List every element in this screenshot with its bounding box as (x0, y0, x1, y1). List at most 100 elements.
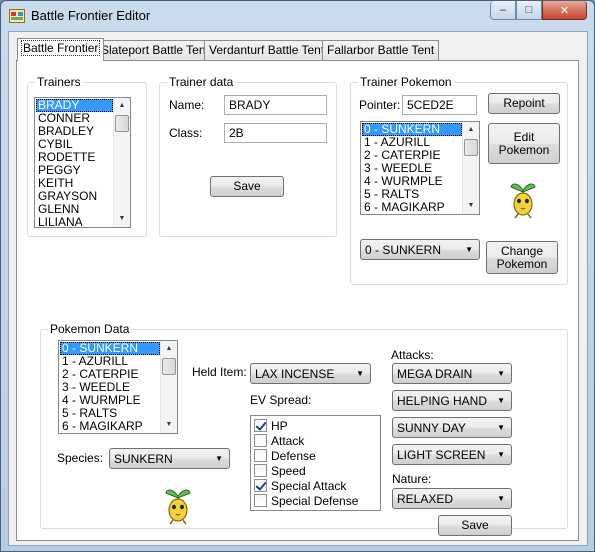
close-button[interactable]: ✕ (542, 1, 587, 20)
window-title: Battle Frontier Editor (31, 8, 151, 23)
trainer-class-label: Class: (169, 126, 203, 140)
chevron-down-icon: ▼ (497, 396, 505, 405)
trainers-listbox[interactable]: BRADY CONNER BRADLEY CYBIL RODETTE PEGGY KEITH… (34, 97, 131, 228)
scroll-down-arrow-icon[interactable]: ▼ (463, 198, 479, 214)
ev-option-label: Special Defense (271, 493, 359, 508)
trainers-scrollbar[interactable]: ▲ ▼ (113, 98, 130, 227)
attack-2-select[interactable]: HELPING HAND ▼ (392, 390, 512, 411)
edit-pokemon-button[interactable]: Edit Pokemon (488, 123, 560, 164)
trainer-name-field[interactable]: BRADY (224, 95, 327, 115)
trainer-pokemon-scrollbar[interactable]: ▲ ▼ (462, 122, 479, 214)
pokemon-data-group-title: Pokemon Data (48, 322, 132, 336)
ev-option-label: HP (271, 418, 288, 433)
tab-page-battle-frontier: Trainers BRADY CONNER BRADLEY CYBIL RODETTE P… (16, 60, 579, 541)
ev-option-hp[interactable]: HP (254, 418, 288, 433)
tab-fallarbor-battle-tent[interactable]: Fallarbor Battle Tent (322, 40, 440, 60)
list-item[interactable]: LILIANA (36, 216, 113, 228)
species-select[interactable]: SUNKERN ▼ (109, 448, 230, 469)
minimize-button[interactable]: – (490, 1, 516, 20)
checkbox[interactable] (254, 449, 267, 462)
pointer-field[interactable]: 5CED2E (402, 95, 477, 115)
scroll-thumb[interactable] (115, 115, 129, 132)
pokemon-data-listbox[interactable]: 0 - SUNKERN 1 - AZURILL 2 - CATERPIE 3 - WE… (58, 340, 178, 434)
chevron-down-icon: ▼ (497, 369, 505, 378)
sunkern-sprite-icon (165, 489, 191, 525)
trainer-class-field[interactable]: 2B (224, 123, 327, 143)
scroll-down-arrow-icon[interactable]: ▼ (161, 417, 177, 433)
ev-option-label: Defense (271, 448, 316, 463)
chevron-down-icon: ▼ (497, 494, 505, 503)
chevron-down-icon: ▼ (465, 245, 473, 254)
nature-select[interactable]: RELAXED ▼ (392, 488, 512, 509)
ev-spread-checklist: HP Attack Defense Speed Special Attack Specia… (250, 415, 381, 511)
pokemon-save-button[interactable]: Save (438, 515, 512, 536)
nature-label: Nature: (392, 472, 432, 486)
pokemon-data-group: Pokemon Data 0 - SUNKERN 1 - AZURILL 2 - C… (40, 322, 568, 536)
trainers-group: Trainers BRADY CONNER BRADLEY CYBIL RODETTE P… (27, 75, 147, 237)
tab-battle-frontier[interactable]: Battle Frontier (17, 38, 105, 61)
scroll-up-arrow-icon[interactable]: ▲ (161, 341, 177, 357)
scroll-up-arrow-icon[interactable]: ▲ (114, 98, 130, 114)
chevron-down-icon: ▼ (356, 369, 364, 378)
held-item-label: Held Item: (192, 365, 247, 379)
checkbox[interactable] (254, 479, 267, 492)
trainer-save-button[interactable]: Save (210, 176, 284, 197)
checkbox[interactable] (254, 464, 267, 477)
attack-2-value: HELPING HAND (397, 394, 488, 408)
ev-option-label: Attack (271, 433, 305, 448)
app-window: Battle Frontier Editor – □ ✕ Battle Fron… (0, 0, 595, 552)
chevron-down-icon: ▼ (497, 450, 505, 459)
sunkern-sprite-icon (510, 183, 536, 219)
species-select-value: SUNKERN (114, 452, 173, 466)
attack-1-select[interactable]: MEGA DRAIN ▼ (392, 363, 512, 384)
attack-3-select[interactable]: SUNNY DAY ▼ (392, 417, 512, 438)
attack-4-value: LIGHT SCREEN (397, 448, 486, 462)
attacks-label: Attacks: (391, 348, 434, 362)
checkbox[interactable] (254, 419, 267, 432)
pointer-label: Pointer: (359, 98, 401, 112)
attack-1-value: MEGA DRAIN (397, 367, 473, 381)
ev-spread-label: EV Spread: (250, 393, 312, 407)
trainer-pokemon-group-title: Trainer Pokemon (358, 75, 454, 89)
list-item[interactable]: 6 - MAGIKARP (362, 201, 462, 214)
scroll-thumb[interactable] (464, 139, 478, 156)
trainer-pokemon-listbox[interactable]: 0 - SUNKERN 1 - AZURILL 2 - CATERPIE 3 - WE… (360, 121, 480, 215)
repoint-button[interactable]: Repoint (488, 93, 560, 114)
ev-option-speed[interactable]: Speed (254, 463, 306, 478)
attack-4-select[interactable]: LIGHT SCREEN ▼ (392, 444, 512, 465)
held-item-select-value: LAX INCENSE (255, 367, 335, 381)
tab-verdanturf-battle-tent[interactable]: Verdanturf Battle Tent (204, 40, 330, 60)
client-area: Battle Frontier Slateport Battle Tent Ve… (8, 31, 588, 546)
ev-option-special-attack[interactable]: Special Attack (254, 478, 346, 493)
title-bar[interactable]: Battle Frontier Editor – □ ✕ (1, 1, 594, 31)
chevron-down-icon: ▼ (497, 423, 505, 432)
scroll-up-arrow-icon[interactable]: ▲ (463, 122, 479, 138)
trainers-group-title: Trainers (35, 75, 83, 89)
maximize-button[interactable]: □ (516, 1, 542, 20)
tab-slateport-battle-tent[interactable]: Slateport Battle Tent (96, 40, 214, 60)
tab-label: Battle Frontier (20, 40, 101, 56)
ev-option-special-defense[interactable]: Special Defense (254, 493, 358, 508)
trainer-data-group: Trainer data Name: BRADY Class: 2B Save (159, 75, 337, 237)
list-item[interactable]: 6 - MAGIKARP (60, 420, 160, 433)
trainer-pokemon-select-value: 0 - SUNKERN (365, 243, 442, 257)
attack-3-value: SUNNY DAY (397, 421, 466, 435)
app-window-icon (9, 9, 25, 23)
trainer-pokemon-group: Trainer Pokemon Pointer: 5CED2E Repoint … (350, 75, 568, 285)
checkbox[interactable] (254, 434, 267, 447)
scroll-down-arrow-icon[interactable]: ▼ (114, 211, 130, 227)
ev-option-label: Special Attack (271, 478, 347, 493)
trainer-data-group-title: Trainer data (167, 75, 236, 89)
ev-option-defense[interactable]: Defense (254, 448, 316, 463)
nature-select-value: RELAXED (397, 492, 454, 506)
change-pokemon-button[interactable]: Change Pokemon (486, 241, 558, 274)
checkbox[interactable] (254, 494, 267, 507)
chevron-down-icon: ▼ (215, 454, 223, 463)
ev-option-attack[interactable]: Attack (254, 433, 304, 448)
scroll-thumb[interactable] (162, 358, 176, 375)
ev-option-label: Speed (271, 463, 306, 478)
pokemon-data-scrollbar[interactable]: ▲ ▼ (160, 341, 177, 433)
trainer-pokemon-select[interactable]: 0 - SUNKERN ▼ (360, 239, 480, 260)
held-item-select[interactable]: LAX INCENSE ▼ (250, 363, 371, 384)
species-label: Species: (57, 451, 104, 465)
